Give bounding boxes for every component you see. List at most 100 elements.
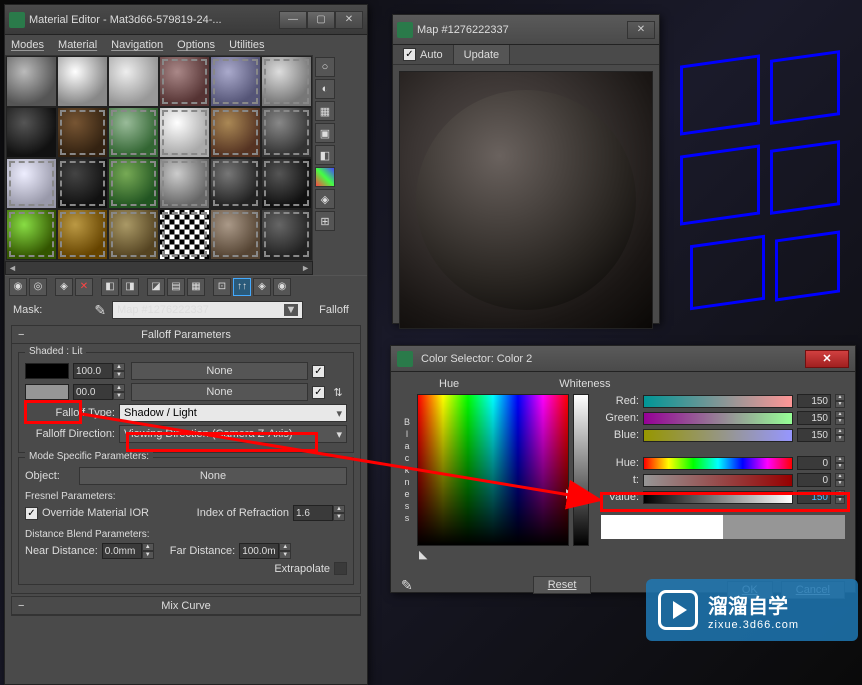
spinner-down[interactable]: ▼: [333, 513, 345, 521]
falloff-parameters-header[interactable]: − Falloff Parameters: [12, 326, 360, 344]
blue-slider[interactable]: [643, 429, 793, 442]
sample-slot[interactable]: [108, 158, 159, 209]
menu-options[interactable]: Options: [177, 39, 215, 51]
spinner-down[interactable]: ▼: [279, 551, 291, 559]
sample-slot[interactable]: [108, 56, 159, 107]
put-to-library-icon[interactable]: ◪: [147, 278, 165, 296]
red-value-input[interactable]: [797, 394, 831, 408]
eyedropper-icon[interactable]: ✎: [94, 302, 106, 319]
sample-slot[interactable]: [159, 56, 210, 107]
reset-button[interactable]: Reset: [533, 576, 592, 594]
sample-slot[interactable]: [57, 107, 108, 158]
sample-slot[interactable]: [159, 158, 210, 209]
sample-tool-box-icon[interactable]: ▣: [315, 123, 335, 143]
sample-slot[interactable]: [159, 107, 210, 158]
hue-slider[interactable]: [643, 457, 793, 470]
spinner-down[interactable]: ▼: [113, 371, 125, 379]
spinner-up[interactable]: ▲: [835, 490, 845, 497]
spinner-down[interactable]: ▼: [835, 497, 845, 504]
sample-scrollbar[interactable]: ◄►: [5, 261, 313, 275]
value-slider[interactable]: [643, 491, 793, 504]
auto-checkbox[interactable]: ✓: [403, 48, 416, 61]
spinner-up[interactable]: ▲: [835, 411, 845, 418]
extrapolate-checkbox[interactable]: [334, 562, 347, 575]
close-button[interactable]: ✕: [627, 21, 655, 39]
ior-input[interactable]: [293, 505, 333, 521]
spinner-down[interactable]: ▼: [835, 418, 845, 425]
hue-value-input[interactable]: [797, 456, 831, 470]
mix-curve-header[interactable]: − Mix Curve: [12, 597, 360, 615]
sample-slot[interactable]: [210, 56, 261, 107]
spinner-down[interactable]: ▼: [142, 551, 154, 559]
show-map-icon[interactable]: ▦: [187, 278, 205, 296]
put-to-scene-icon[interactable]: ◎: [29, 278, 47, 296]
sample-tool-preview-icon[interactable]: ◧: [315, 145, 335, 165]
make-copy-icon[interactable]: ◧: [101, 278, 119, 296]
green-value-input[interactable]: [797, 411, 831, 425]
sample-slot[interactable]: [6, 107, 57, 158]
sample-slot[interactable]: [108, 107, 159, 158]
color2-map-button[interactable]: None: [131, 383, 308, 401]
sample-slot[interactable]: [108, 209, 159, 260]
sample-slot[interactable]: [6, 158, 57, 209]
whiteness-slider[interactable]: [573, 394, 589, 546]
spinner-down[interactable]: ▼: [835, 435, 845, 442]
sample-slot[interactable]: [210, 209, 261, 260]
material-editor-titlebar[interactable]: Material Editor - Mat3d66-579819-24-... …: [5, 5, 367, 35]
spinner-down[interactable]: ▼: [113, 392, 125, 400]
sample-slot[interactable]: [6, 209, 57, 260]
sample-slot[interactable]: [210, 107, 261, 158]
go-to-parent-icon[interactable]: ↑↑: [233, 278, 251, 296]
sat-slider[interactable]: [643, 474, 793, 487]
maximize-button[interactable]: ▢: [307, 11, 335, 29]
pick-icon[interactable]: ◉: [273, 278, 291, 296]
color1-map-button[interactable]: None: [131, 362, 308, 380]
red-slider[interactable]: [643, 395, 793, 408]
sample-tool-light-icon[interactable]: ◐: [315, 79, 335, 99]
sample-slot[interactable]: [57, 158, 108, 209]
value-value-input[interactable]: [797, 490, 831, 504]
spinner-down[interactable]: ▼: [835, 463, 845, 470]
green-slider[interactable]: [643, 412, 793, 425]
far-distance-input[interactable]: [239, 543, 279, 559]
update-tab[interactable]: Update: [454, 45, 510, 64]
menu-utilities[interactable]: Utilities: [229, 39, 264, 51]
sample-tool-options-icon[interactable]: [315, 167, 335, 187]
sat-value-input[interactable]: [797, 473, 831, 487]
color2-value-input[interactable]: [73, 384, 113, 400]
make-unique-icon[interactable]: ◨: [121, 278, 139, 296]
show-end-result-icon[interactable]: ⊡: [213, 278, 231, 296]
spinner-up[interactable]: ▲: [835, 473, 845, 480]
spinner-up[interactable]: ▲: [835, 428, 845, 435]
override-ior-checkbox[interactable]: ✓: [25, 507, 38, 520]
spinner-up[interactable]: ▲: [333, 505, 345, 513]
swap-colors-icon[interactable]: ⇅: [329, 386, 347, 399]
sample-slot[interactable]: [261, 56, 312, 107]
color2-swatch[interactable]: [25, 384, 69, 400]
get-material-icon[interactable]: ◉: [9, 278, 27, 296]
delete-icon[interactable]: ✕: [75, 278, 93, 296]
color1-swatch[interactable]: [25, 363, 69, 379]
sample-slot[interactable]: [57, 209, 108, 260]
blue-value-input[interactable]: [797, 428, 831, 442]
spinner-up[interactable]: ▲: [835, 456, 845, 463]
color-selector-titlebar[interactable]: Color Selector: Color 2 ✕: [391, 346, 855, 372]
auto-tab[interactable]: ✓ Auto: [393, 45, 454, 64]
sample-tool-checker-icon[interactable]: ▦: [315, 101, 335, 121]
spinner-up[interactable]: ▲: [113, 384, 125, 392]
material-id-icon[interactable]: ▤: [167, 278, 185, 296]
map-window-titlebar[interactable]: Map #1276222337 ✕: [393, 15, 659, 45]
hue-saturation-field[interactable]: [417, 394, 569, 546]
sample-slot[interactable]: [261, 209, 312, 260]
spinner-down[interactable]: ▼: [835, 401, 845, 408]
near-distance-input[interactable]: [102, 543, 142, 559]
color1-map-checkbox[interactable]: ✓: [312, 365, 325, 378]
menu-navigation[interactable]: Navigation: [111, 39, 163, 51]
sample-tool-select-icon[interactable]: ◈: [315, 189, 335, 209]
sample-slot[interactable]: [261, 158, 312, 209]
menu-modes[interactable]: Modes: [11, 39, 44, 51]
sample-slot[interactable]: [261, 107, 312, 158]
assign-icon[interactable]: ◈: [55, 278, 73, 296]
spinner-up[interactable]: ▲: [279, 543, 291, 551]
menu-material[interactable]: Material: [58, 39, 97, 51]
